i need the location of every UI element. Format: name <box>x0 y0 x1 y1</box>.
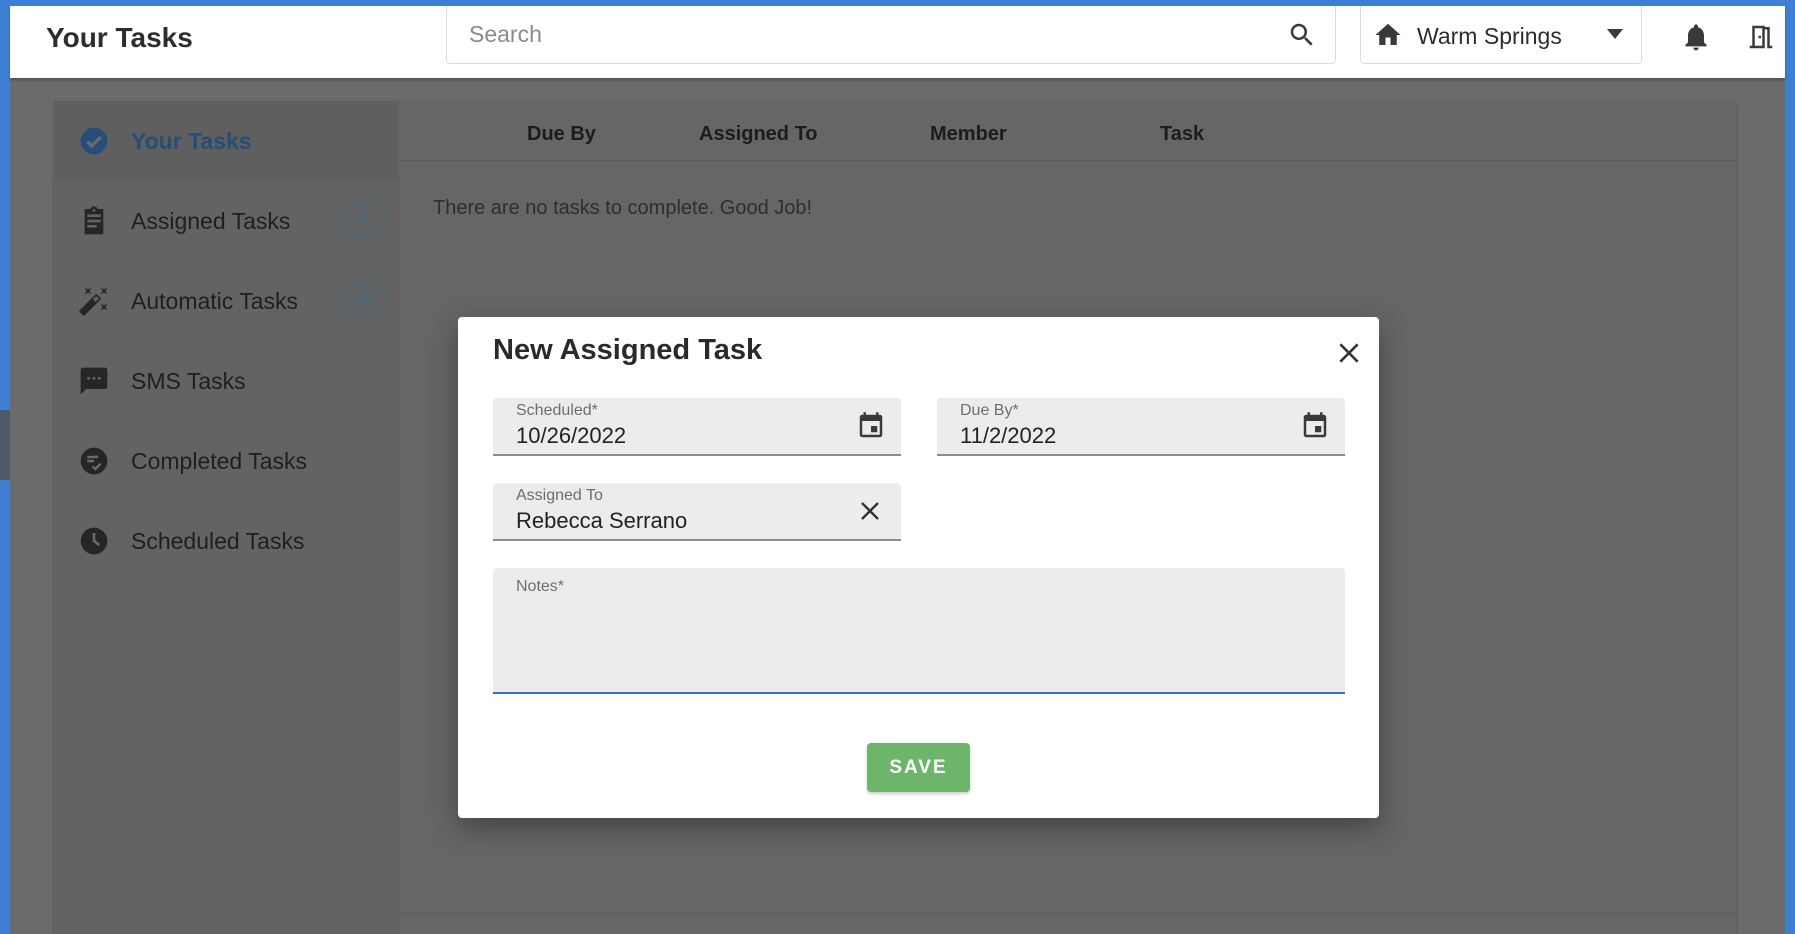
dialog-title: New Assigned Task <box>493 334 763 366</box>
search-icon[interactable] <box>1287 20 1317 50</box>
check-circle-icon <box>80 127 108 155</box>
calendar-icon[interactable] <box>856 410 886 442</box>
notification-bell-icon[interactable] <box>1680 20 1712 54</box>
clock-icon <box>80 527 108 555</box>
column-header-task[interactable]: Task <box>1160 123 1204 146</box>
magic-wand-icon <box>79 287 108 316</box>
sidebar-item-label: Your Tasks <box>131 128 252 154</box>
search-input[interactable] <box>469 16 1269 52</box>
save-button[interactable]: SAVE <box>867 743 970 792</box>
column-header-member[interactable]: Member <box>930 123 1007 146</box>
count-badge: 5 <box>340 203 386 235</box>
top-bar: Your Tasks Warm Springs <box>10 6 1785 78</box>
sidebar-item-assigned-tasks[interactable]: Assigned Tasks 5 <box>54 181 399 261</box>
assigned-to-value[interactable]: Rebecca Serrano <box>516 508 687 534</box>
sidebar-item-completed-tasks[interactable]: Completed Tasks <box>54 421 399 501</box>
assigned-to-label: Assigned To <box>516 487 603 504</box>
sidebar-item-automatic-tasks[interactable]: Automatic Tasks 21 <box>54 261 399 341</box>
sidebar: Your Tasks Assigned Tasks 5 Automatic Ta… <box>54 101 399 934</box>
due-by-label: Due By* <box>960 402 1019 419</box>
scheduled-label: Scheduled* <box>516 402 598 419</box>
scheduled-value[interactable]: 10/26/2022 <box>516 423 626 449</box>
home-icon <box>1375 23 1401 45</box>
location-label: Warm Springs <box>1417 23 1562 49</box>
sidebar-item-your-tasks[interactable]: Your Tasks <box>54 101 399 181</box>
column-header-due-by[interactable]: Due By <box>527 123 596 146</box>
search-box[interactable] <box>446 6 1336 64</box>
table-footer-divider <box>400 913 1736 914</box>
sidebar-item-scheduled-tasks[interactable]: Scheduled Tasks <box>54 501 399 581</box>
window-frame-notch <box>0 410 10 480</box>
new-task-dialog: New Assigned Task Scheduled* 10/26/2022 … <box>458 317 1379 818</box>
window-frame-right <box>1785 0 1795 934</box>
clipboard-icon <box>84 206 104 235</box>
logout-door-icon[interactable] <box>1746 20 1776 54</box>
due-by-value[interactable]: 11/2/2022 <box>960 423 1056 449</box>
empty-state-message: There are no tasks to complete. Good Job… <box>433 197 813 219</box>
sidebar-item-sms-tasks[interactable]: SMS Tasks <box>54 341 399 421</box>
checklist-icon <box>80 447 108 475</box>
table-header: Due By Assigned To Member Task <box>400 101 1736 161</box>
chevron-down-icon <box>1607 29 1623 39</box>
assigned-to-field[interactable]: Assigned To Rebecca Serrano <box>493 483 901 541</box>
clear-icon[interactable] <box>858 499 882 523</box>
app-window: Your Tasks Warm Springs <box>10 6 1785 934</box>
sidebar-item-label: Assigned Tasks <box>131 208 291 234</box>
due-date-field[interactable]: Due By* 11/2/2022 <box>937 398 1345 456</box>
sidebar-item-label: Completed Tasks <box>131 448 307 474</box>
location-select[interactable]: Warm Springs <box>1360 6 1642 64</box>
sidebar-item-label: Scheduled Tasks <box>131 528 305 554</box>
notes-field[interactable]: Notes* <box>493 568 1345 694</box>
page-title: Your Tasks <box>46 22 193 53</box>
count-badge: 21 <box>340 283 386 315</box>
close-icon[interactable] <box>1336 340 1362 366</box>
scheduled-date-field[interactable]: Scheduled* 10/26/2022 <box>493 398 901 456</box>
sidebar-item-label: SMS Tasks <box>131 368 246 394</box>
sidebar-item-label: Automatic Tasks <box>131 288 299 314</box>
column-header-assigned-to[interactable]: Assigned To <box>699 123 818 146</box>
calendar-icon[interactable] <box>1300 410 1330 442</box>
notes-label: Notes* <box>516 578 565 595</box>
chat-bubble-icon <box>80 367 108 395</box>
notes-textarea[interactable] <box>516 600 1322 684</box>
